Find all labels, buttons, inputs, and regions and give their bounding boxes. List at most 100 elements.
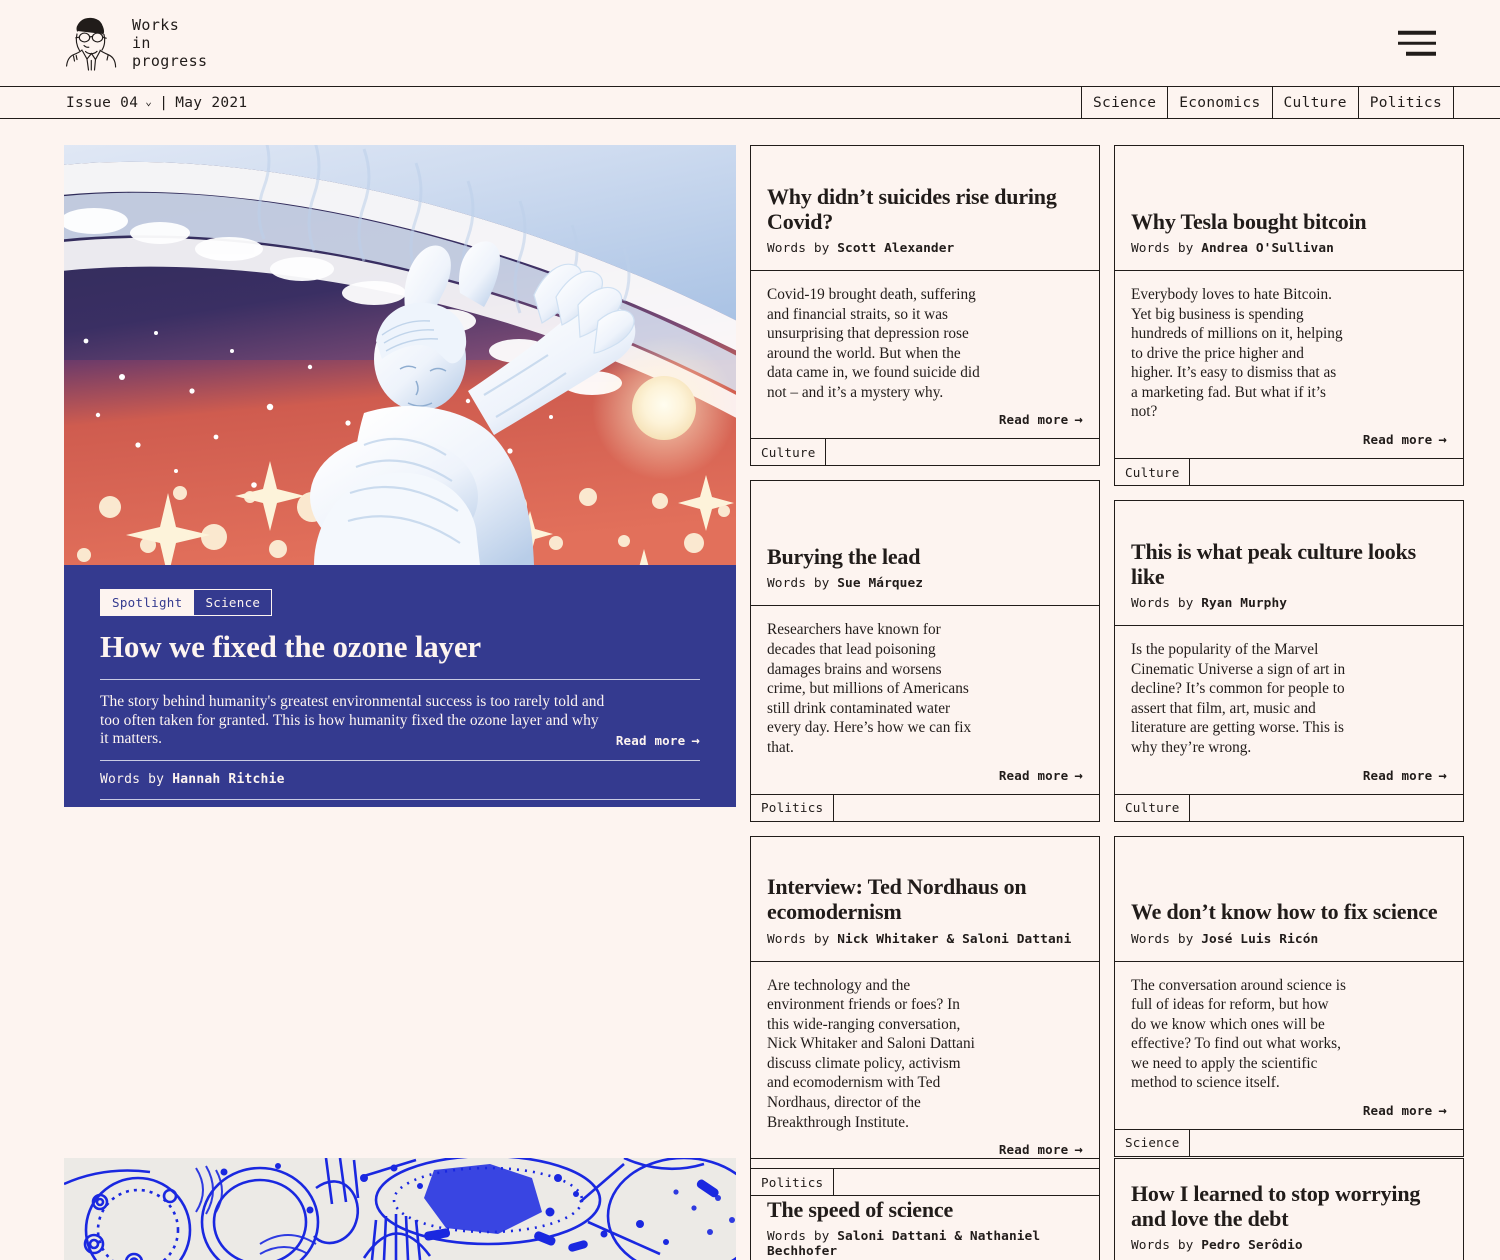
spotlight-byline: Words by Hannah Ritchie [100, 761, 700, 799]
card-header: Why Tesla bought bitcoin Words by Andrea… [1115, 146, 1463, 271]
arrow-right-icon: → [1074, 1142, 1083, 1159]
card-words-prefix: Words by [767, 1229, 830, 1245]
masthead: Works in progress [0, 0, 1500, 86]
card-body: The conversation around science is full … [1115, 962, 1463, 1130]
hamburger-bar-3 [1406, 51, 1436, 56]
article-card[interactable]: This is what peak culture looks like Wor… [1114, 500, 1464, 822]
issue-selector[interactable]: Issue 04 ⌄ | May 2021 [0, 87, 247, 118]
article-card[interactable]: Why Tesla bought bitcoin Words by Andrea… [1114, 145, 1464, 487]
article-card[interactable]: Why didn’t suicides rise during Covid? W… [750, 145, 1100, 467]
card-words-prefix: Words by [1131, 596, 1194, 612]
card-footer-fill [1190, 795, 1463, 821]
card-body: Is the popularity of the Marvel Cinemati… [1115, 626, 1463, 795]
tag-spotlight[interactable]: Spotlight [100, 589, 195, 616]
arrow-right-icon: → [1438, 767, 1447, 784]
card-byline: Words by Ryan Murphy [1131, 596, 1447, 611]
card-footer: Culture [1115, 459, 1463, 486]
spotlight-deck-row: The story behind humanity's greatest env… [100, 680, 700, 760]
card-read-more[interactable]: Read more → [767, 402, 1083, 428]
card-read-more-label: Read more [998, 1142, 1069, 1158]
article-card[interactable]: Burying the lead Words by Sue Márquez Re… [750, 480, 1100, 822]
article-card[interactable]: Interview: Ted Nordhaus on ecomodernism … [750, 835, 1100, 1197]
card-dek: Covid-19 brought death, suffering and fi… [767, 286, 980, 401]
card-category[interactable]: Politics [751, 794, 835, 821]
site-logo[interactable]: Works in progress [64, 14, 207, 72]
card-authors: Andrea O'Sullivan [1201, 241, 1334, 256]
issue-bar: Issue 04 ⌄ | May 2021 Science Economics … [0, 86, 1500, 119]
card-words-prefix: Words by [1131, 1238, 1194, 1254]
card-title: The speed of science [767, 1197, 954, 1222]
card-category[interactable]: Science [1115, 1129, 1191, 1156]
card-read-more[interactable]: Read more → [767, 1132, 1083, 1158]
card-footer-fill [834, 795, 1099, 821]
card-read-more-label: Read more [1362, 432, 1433, 448]
issue-label: Issue 04 [66, 94, 139, 111]
spotlight-divider-bottom [100, 798, 700, 801]
card-authors: Ryan Murphy [1201, 596, 1288, 612]
spotlight-author: Hannah Ritchie [172, 771, 285, 787]
card-dek: The conversation around science is full … [1131, 976, 1346, 1092]
arrow-right-icon: → [1074, 412, 1083, 429]
card-authors: Scott Alexander [837, 241, 955, 256]
spotlight-body: Spotlight Science How we fixed the ozone… [64, 565, 736, 807]
spotlight-tags: Spotlight Science [100, 589, 700, 616]
hamburger-menu-icon[interactable] [1398, 30, 1436, 56]
chevron-down-icon[interactable]: ⌄ [145, 95, 152, 108]
next-row-band: The speed of science Words by Saloni Dat… [0, 1158, 1500, 1260]
page-root: Works in progress Issue 04 ⌄ | May 2021 … [0, 0, 1500, 1260]
card-read-more-label: Read more [1362, 767, 1433, 783]
card-header: This is what peak culture looks like Wor… [1115, 501, 1463, 627]
card-read-more-label: Read more [1362, 1102, 1433, 1118]
hamburger-bar-2 [1398, 41, 1436, 45]
card-header: Burying the lead Words by Sue Márquez [751, 481, 1099, 607]
spotlight-article[interactable]: Spotlight Science How we fixed the ozone… [64, 145, 736, 807]
card-read-more[interactable]: Read more → [1131, 422, 1447, 448]
nav-category-science[interactable]: Science [1081, 87, 1167, 118]
spotlight-deck: The story behind humanity's greatest env… [100, 692, 605, 748]
card-authors: Pedro Serôdio [1201, 1238, 1303, 1254]
card-read-more-label: Read more [998, 412, 1069, 428]
nav-category-culture[interactable]: Culture [1271, 87, 1358, 118]
card-read-more[interactable]: Read more → [767, 758, 1083, 784]
card-byline: Words by Sue Márquez [767, 576, 1083, 591]
card-footer-fill [826, 439, 1099, 465]
category-nav: Science Economics Culture Politics [1081, 87, 1454, 118]
card-body: Covid-19 brought death, suffering and fi… [751, 271, 1099, 440]
card-read-more-label: Read more [998, 767, 1069, 783]
card-dek: Are technology and the environment frien… [767, 976, 975, 1131]
spotlight-words-prefix: Words by [100, 771, 165, 787]
article-card[interactable]: We don’t know how to fix science Words b… [1114, 835, 1464, 1157]
card-words-prefix: Words by [767, 576, 830, 592]
portrait-logo-icon [64, 14, 118, 72]
card-title: Why didn’t suicides rise during Covid? [767, 183, 1057, 234]
card-footer: Culture [1115, 794, 1463, 821]
brand-line-1: Works [132, 16, 180, 34]
brand-wordmark: Works in progress [132, 16, 207, 70]
card-byline: Words by Nick Whitaker & Saloni Dattani [767, 932, 1083, 947]
nav-category-economics[interactable]: Economics [1167, 87, 1271, 118]
card-authors: Nick Whitaker & Saloni Dattani [837, 931, 1072, 947]
card-header: Interview: Ted Nordhaus on ecomodernism … [751, 837, 1099, 962]
arrow-right-icon: → [1438, 432, 1447, 449]
card-title: Why Tesla bought bitcoin [1131, 208, 1367, 234]
card-footer: Culture [751, 439, 1099, 466]
tag-science[interactable]: Science [194, 589, 273, 616]
card-category[interactable]: Culture [1115, 794, 1191, 821]
card-byline: Words by Scott Alexander [767, 241, 1083, 256]
article-card[interactable]: The speed of science Words by Saloni Dat… [750, 1158, 1100, 1260]
nav-category-politics[interactable]: Politics [1357, 87, 1454, 118]
card-authors: José Luis Ricón [1201, 931, 1319, 947]
card-read-more[interactable]: Read more → [1131, 1093, 1447, 1119]
arrow-right-icon: → [691, 732, 700, 749]
card-category[interactable]: Culture [751, 439, 827, 466]
card-authors: Sue Márquez [837, 576, 924, 592]
spotlight-title: How we fixed the ozone layer [100, 629, 481, 664]
article-card[interactable]: How I learned to stop worrying and love … [1114, 1158, 1464, 1260]
card-read-more[interactable]: Read more → [1131, 758, 1447, 784]
spotlight-read-more[interactable]: Read more → [616, 733, 700, 749]
issue-date: May 2021 [175, 94, 248, 111]
card-category[interactable]: Culture [1115, 459, 1191, 486]
card-title: Interview: Ted Nordhaus on ecomodernism [767, 874, 1027, 925]
arrow-right-icon: → [1074, 767, 1083, 784]
card-byline: Words by Andrea O'Sullivan [1131, 241, 1447, 256]
